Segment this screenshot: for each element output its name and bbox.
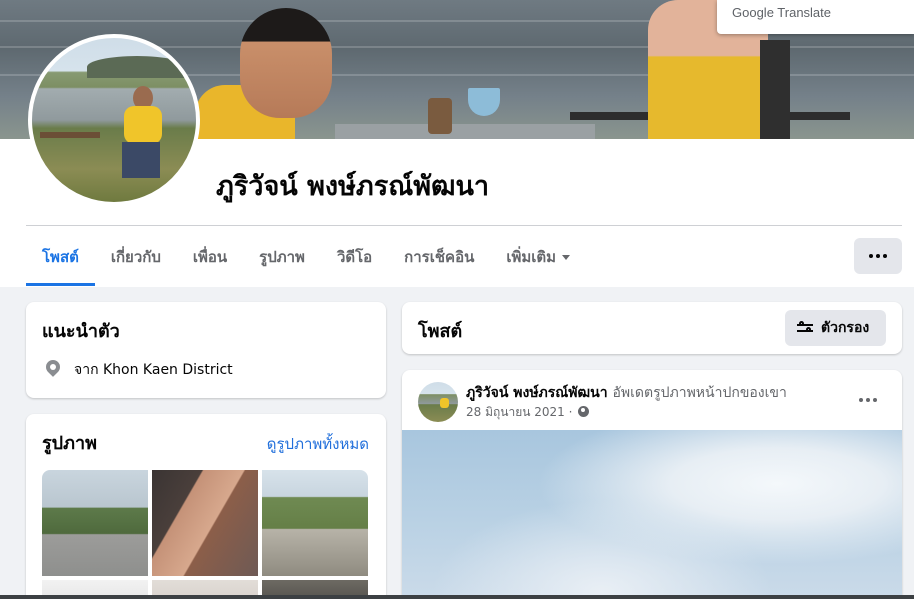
- photo-thumbnail[interactable]: [152, 470, 258, 576]
- tab-label: เพิ่มเติม: [506, 248, 557, 266]
- avatar-person: [122, 142, 160, 178]
- tab-about[interactable]: เกี่ยวกับ: [95, 237, 177, 286]
- cover-chair: [760, 40, 790, 139]
- photos-title: รูปภาพ: [42, 433, 97, 454]
- caret-down-icon: [562, 255, 571, 260]
- cover-dripper: [468, 88, 500, 116]
- tab-posts[interactable]: โพสต์: [26, 237, 95, 286]
- post-author-avatar[interactable]: [418, 382, 458, 422]
- posts-header-card: โพสต์ ตัวกรอง: [402, 302, 902, 354]
- tab-label: วิดีโอ: [336, 248, 373, 266]
- photos-card: รูปภาพ ดูรูปภาพทั้งหมด: [26, 414, 386, 599]
- profile-avatar[interactable]: [28, 34, 200, 206]
- post-card: ภูริวัจน์ พงษ์ภรณ์พัฒนา อัพเดตรูปภาพหน้า…: [402, 370, 902, 599]
- more-dots-icon: [859, 398, 877, 402]
- tab-label: รูปภาพ: [259, 248, 305, 266]
- more-dots-icon: [869, 254, 887, 258]
- cover-table: [335, 124, 595, 139]
- tab-checkins[interactable]: การเช็คอิน: [388, 237, 490, 286]
- globe-icon: [578, 406, 590, 417]
- tab-friends[interactable]: เพื่อน: [177, 237, 243, 286]
- filter-button[interactable]: ตัวกรอง: [785, 310, 886, 346]
- avatar-mountain: [87, 56, 187, 78]
- location-pin-icon: [43, 357, 63, 377]
- photo-thumbnail[interactable]: [262, 470, 368, 576]
- profile-tabs: โพสต์ เกี่ยวกับ เพื่อน รูปภาพ วิดีโอ การ…: [26, 237, 586, 286]
- profile-name: ภูริวัจน์ พงษ์ภรณ์พัฒนา: [216, 171, 490, 202]
- profile-more-button[interactable]: [854, 238, 902, 274]
- posts-title: โพสต์: [418, 321, 463, 342]
- intro-location: จาก Khon Kaen District: [74, 362, 233, 378]
- post-header-line: ภูริวัจน์ พงษ์ภรณ์พัฒนา อัพเดตรูปภาพหน้า…: [466, 382, 787, 404]
- tab-label: การเช็คอิน: [404, 248, 475, 266]
- tab-label: เพื่อน: [192, 248, 228, 266]
- filter-label: ตัวกรอง: [821, 320, 870, 336]
- profile-header: Google Translate ภูริวัจน์ พงษ์ภรณ์พัฒนา…: [0, 0, 914, 287]
- avatar-person: [124, 106, 162, 144]
- google-translate-popup[interactable]: Google Translate: [717, 0, 914, 34]
- header-divider: [26, 225, 902, 226]
- google-translate-label: Google Translate: [732, 5, 832, 20]
- tab-photos[interactable]: รูปภาพ: [243, 237, 321, 286]
- post-date[interactable]: 28 มิถุนายน 2021: [466, 405, 565, 419]
- filter-sliders-icon: [797, 321, 813, 334]
- see-all-photos-link[interactable]: ดูรูปภาพทั้งหมด: [267, 432, 369, 456]
- avatar-stand: [40, 132, 100, 138]
- tab-label: เกี่ยวกับ: [110, 248, 161, 266]
- tab-more[interactable]: เพิ่มเติม: [490, 237, 586, 286]
- cover-person: [240, 8, 332, 118]
- post-image[interactable]: [402, 430, 902, 599]
- post-author-name[interactable]: ภูริวัจน์ พงษ์ภรณ์พัฒนา: [466, 385, 608, 401]
- post-meta: 28 มิถุนายน 2021 ·: [466, 403, 590, 422]
- photo-thumbnail[interactable]: [42, 470, 148, 576]
- intro-card: แนะนำตัว จาก Khon Kaen District: [26, 302, 386, 398]
- cover-kettle: [428, 98, 452, 134]
- post-action-text: อัพเดตรูปภาพหน้าปกของเขา: [612, 385, 787, 401]
- meta-separator: ·: [568, 405, 573, 419]
- tab-label: โพสต์: [42, 248, 79, 266]
- tab-videos[interactable]: วิดีโอ: [321, 237, 388, 286]
- post-more-button[interactable]: [852, 386, 884, 414]
- window-bottom-edge: [0, 595, 914, 599]
- intro-title: แนะนำตัว: [42, 321, 120, 342]
